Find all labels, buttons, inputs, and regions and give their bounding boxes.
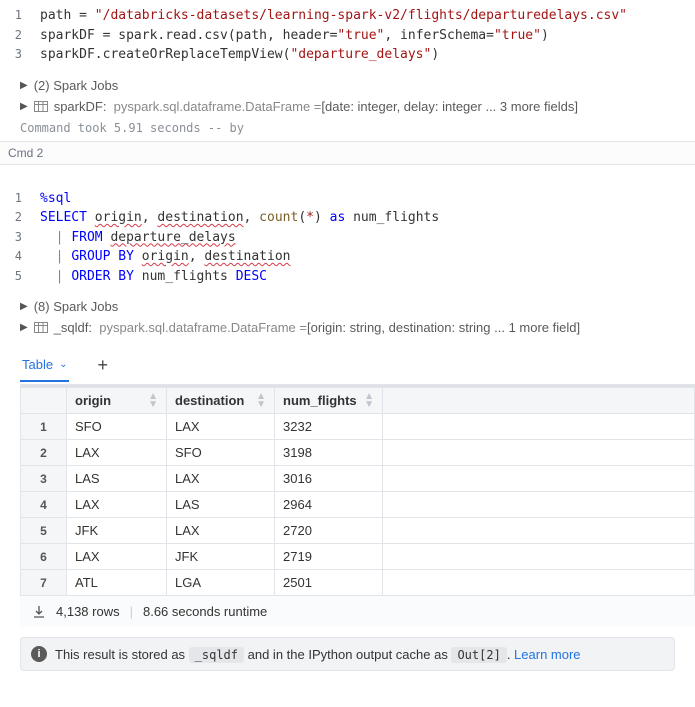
cell-origin: LAX <box>67 492 167 518</box>
tab-label: Table <box>22 357 53 372</box>
cell-origin: LAX <box>67 544 167 570</box>
triangle-right-icon: ▶ <box>20 322 28 333</box>
runtime: 8.66 seconds runtime <box>143 604 267 619</box>
chevron-down-icon: ⌄ <box>59 359 67 370</box>
dataframe-schema-toggle[interactable]: ▶ sparkDF: pyspark.sql.dataframe.DataFra… <box>0 96 695 117</box>
cell-origin: LAS <box>67 466 167 492</box>
code-line: | FROM departure_delays <box>40 228 236 248</box>
row-number: 6 <box>21 544 67 570</box>
learn-more-link[interactable]: Learn more <box>514 647 580 662</box>
code-line: SELECT origin, destination, count(*) as … <box>40 208 439 228</box>
dataframe-name: sparkDF: <box>54 99 107 114</box>
row-number: 7 <box>21 570 67 596</box>
dataframe-type: pyspark.sql.dataframe.DataFrame = <box>114 99 322 114</box>
row-number-header[interactable] <box>21 388 67 414</box>
code-line: %sql <box>40 189 71 209</box>
tab-table[interactable]: Table ⌄ <box>20 357 69 382</box>
cell-num-flights: 2720 <box>275 518 383 544</box>
spark-jobs-toggle[interactable]: ▶ (8) Spark Jobs <box>0 296 695 317</box>
row-number: 5 <box>21 518 67 544</box>
table-row[interactable]: 2LAXSFO3198 <box>21 440 695 466</box>
code-cell-2[interactable]: 1 %sql 2 SELECT origin, destination, cou… <box>0 183 695 297</box>
spark-jobs-label: (8) Spark Jobs <box>34 299 119 314</box>
cell-num-flights: 2719 <box>275 544 383 570</box>
dataframe-schema-toggle[interactable]: ▶ _sqldf: pyspark.sql.dataframe.DataFram… <box>0 317 695 338</box>
dataframe-type: pyspark.sql.dataframe.DataFrame = <box>99 320 307 335</box>
variable-chip: Out[2] <box>451 647 506 663</box>
cell-num-flights: 3198 <box>275 440 383 466</box>
code-line: path = "/databricks-datasets/learning-sp… <box>40 6 627 26</box>
cell-num-flights: 2964 <box>275 492 383 518</box>
column-header-destination[interactable]: destination▲▼ <box>167 388 275 414</box>
code-line: | ORDER BY num_flights DESC <box>40 267 267 287</box>
results-footer: 4,138 rows | 8.66 seconds runtime <box>20 595 695 627</box>
cell-destination: SFO <box>167 440 275 466</box>
table-row[interactable]: 4LAXLAS2964 <box>21 492 695 518</box>
code-cell-1[interactable]: 1 path = "/databricks-datasets/learning-… <box>0 0 695 75</box>
dataframe-schema: [date: integer, delay: integer ... 3 mor… <box>321 99 578 114</box>
spark-jobs-toggle[interactable]: ▶ (2) Spark Jobs <box>0 75 695 96</box>
row-number: 4 <box>21 492 67 518</box>
line-number: 3 <box>0 228 40 246</box>
dataframe-icon <box>34 322 48 333</box>
column-header-origin[interactable]: origin▲▼ <box>67 388 167 414</box>
cell-destination: LAX <box>167 414 275 440</box>
table-row[interactable]: 3LASLAX3016 <box>21 466 695 492</box>
dataframe-icon <box>34 101 48 112</box>
dataframe-schema: [origin: string, destination: string ...… <box>307 320 580 335</box>
cell-num-flights: 2501 <box>275 570 383 596</box>
command-label: Cmd 2 <box>0 141 695 165</box>
line-number: 1 <box>0 189 40 207</box>
table-row[interactable]: 7ATLLGA2501 <box>21 570 695 596</box>
command-timing: Command took 5.91 seconds -- by <box>0 117 695 141</box>
line-number: 1 <box>0 6 40 24</box>
cell-destination: LAX <box>167 466 275 492</box>
results-table: origin▲▼ destination▲▼ num_flights▲▼ 1SF… <box>20 387 695 595</box>
cell-origin: SFO <box>67 414 167 440</box>
info-icon: i <box>31 646 47 662</box>
triangle-right-icon: ▶ <box>20 301 28 312</box>
cell-num-flights: 3016 <box>275 466 383 492</box>
triangle-right-icon: ▶ <box>20 101 28 112</box>
column-filler <box>383 388 695 414</box>
line-number: 3 <box>0 45 40 63</box>
result-tabs: Table ⌄ + <box>20 352 695 386</box>
info-banner: i This result is stored as _sqldf and in… <box>20 637 675 671</box>
sort-icon: ▲▼ <box>148 393 158 409</box>
column-header-num-flights[interactable]: num_flights▲▼ <box>275 388 383 414</box>
code-line: sparkDF = spark.read.csv(path, header="t… <box>40 26 549 46</box>
line-number: 4 <box>0 247 40 265</box>
line-number: 2 <box>0 26 40 44</box>
table-row[interactable]: 1SFOLAX3232 <box>21 414 695 440</box>
row-count: 4,138 rows <box>56 604 120 619</box>
cell-destination: JFK <box>167 544 275 570</box>
row-number: 2 <box>21 440 67 466</box>
cell-destination: LGA <box>167 570 275 596</box>
cell-num-flights: 3232 <box>275 414 383 440</box>
cell-destination: LAX <box>167 518 275 544</box>
line-number: 2 <box>0 208 40 226</box>
add-tab-button[interactable]: + <box>97 355 108 382</box>
cell-destination: LAS <box>167 492 275 518</box>
row-number: 1 <box>21 414 67 440</box>
spark-jobs-label: (2) Spark Jobs <box>34 78 119 93</box>
row-number: 3 <box>21 466 67 492</box>
line-number: 5 <box>0 267 40 285</box>
dataframe-name: _sqldf: <box>54 320 92 335</box>
sort-icon: ▲▼ <box>364 393 374 409</box>
triangle-right-icon: ▶ <box>20 80 28 91</box>
variable-chip: _sqldf <box>189 647 244 663</box>
cell-origin: LAX <box>67 440 167 466</box>
cell-origin: ATL <box>67 570 167 596</box>
code-line: sparkDF.createOrReplaceTempView("departu… <box>40 45 439 65</box>
info-text: This result is stored as _sqldf and in t… <box>55 647 581 662</box>
cell-origin: JFK <box>67 518 167 544</box>
download-icon[interactable] <box>32 605 46 619</box>
table-row[interactable]: 5JFKLAX2720 <box>21 518 695 544</box>
code-line: | GROUP BY origin, destination <box>40 247 290 267</box>
sort-icon: ▲▼ <box>256 393 266 409</box>
results-table-container: origin▲▼ destination▲▼ num_flights▲▼ 1SF… <box>20 386 695 595</box>
table-row[interactable]: 6LAXJFK2719 <box>21 544 695 570</box>
